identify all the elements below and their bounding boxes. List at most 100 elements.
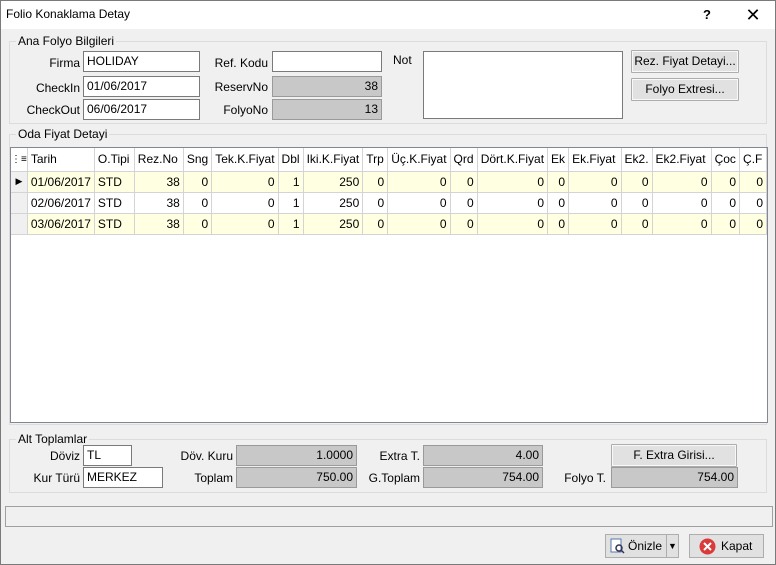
oda-fiyat-grid[interactable]: ⋮≡ Tarih O.Tipi Rez.No Sng Tek.K.Fiyat Dbl Iki…: [10, 147, 768, 423]
table-cell[interactable]: 0: [711, 192, 741, 214]
table-cell[interactable]: 03/06/2017: [27, 213, 95, 235]
column-header[interactable]: Ek2.Fiyat: [652, 148, 712, 172]
onizle-button[interactable]: Önizle ▼: [605, 534, 679, 558]
checkout-field[interactable]: 06/06/2017: [83, 99, 200, 120]
column-header[interactable]: Üç.K.Fiyat: [387, 148, 451, 172]
table-cell[interactable]: 0: [387, 192, 451, 214]
folyot-label: Folyo T.: [564, 471, 606, 485]
doviz-field[interactable]: TL: [83, 445, 132, 466]
table-cell[interactable]: 02/06/2017: [27, 192, 95, 214]
table-cell[interactable]: STD: [94, 192, 135, 214]
row-indicator[interactable]: [11, 213, 28, 235]
row-indicator[interactable]: [11, 192, 28, 214]
table-cell[interactable]: 0: [211, 213, 279, 235]
dovkuru-label: Döv. Kuru: [180, 449, 233, 463]
extra-girisi-button[interactable]: F. Extra Girisi...: [611, 444, 737, 467]
table-cell[interactable]: STD: [94, 213, 135, 235]
table-cell[interactable]: 38: [134, 192, 184, 214]
column-header[interactable]: Ek.Fiyat: [568, 148, 622, 172]
oda-fiyat-legend: Oda Fiyat Detayi: [16, 127, 110, 141]
table-row[interactable]: 02/06/2017 STD 38 0 0 1 250 0 0 0 0 0 0 0 0 0 0: [11, 192, 767, 214]
column-header[interactable]: Iki.K.Fiyat: [303, 148, 364, 172]
table-cell[interactable]: 0: [568, 213, 622, 235]
extrat-label: Extra T.: [379, 449, 420, 463]
table-cell[interactable]: 0: [621, 171, 653, 193]
column-header[interactable]: Tarih: [27, 148, 95, 172]
table-cell[interactable]: 0: [183, 171, 213, 193]
kurturu-label: Kur Türü: [33, 471, 80, 485]
column-header[interactable]: Çoc: [711, 148, 741, 172]
table-cell[interactable]: 0: [450, 192, 478, 214]
table-cell[interactable]: 0: [477, 192, 549, 214]
table-cell[interactable]: 0: [183, 192, 213, 214]
kurturu-field[interactable]: MERKEZ: [83, 467, 163, 488]
table-cell[interactable]: 250: [303, 171, 364, 193]
table-cell[interactable]: 0: [362, 171, 389, 193]
table-cell[interactable]: 250: [303, 192, 364, 214]
table-cell[interactable]: 250: [303, 213, 364, 235]
table-cell[interactable]: 0: [621, 192, 653, 214]
table-cell[interactable]: 0: [547, 192, 570, 214]
table-cell[interactable]: 0: [621, 213, 653, 235]
close-button[interactable]: ✕: [739, 5, 767, 25]
table-cell[interactable]: 0: [211, 171, 279, 193]
current-row-icon[interactable]: ▶: [11, 171, 28, 193]
rez-fiyat-detayi-button[interactable]: Rez. Fiyat Detayi...: [631, 50, 739, 73]
table-cell[interactable]: 0: [547, 171, 570, 193]
table-cell[interactable]: 0: [652, 171, 712, 193]
doviz-label: Döviz: [49, 449, 80, 463]
table-cell[interactable]: 1: [278, 192, 304, 214]
kapat-button[interactable]: Kapat: [689, 534, 764, 558]
table-cell[interactable]: 0: [183, 213, 213, 235]
table-row[interactable]: ▶ 01/06/2017 STD 38 0 0 1 250 0 0 0 0 0 0 0 0 0 0: [11, 171, 767, 193]
firma-field[interactable]: HOLIDAY: [83, 51, 200, 72]
table-cell[interactable]: 0: [739, 213, 767, 235]
table-cell[interactable]: 0: [547, 213, 570, 235]
table-cell[interactable]: 0: [652, 192, 712, 214]
column-header[interactable]: Ek2.: [621, 148, 653, 172]
checkin-field[interactable]: 01/06/2017: [83, 76, 200, 97]
firma-label: Firma: [49, 56, 80, 70]
column-header[interactable]: Ek: [547, 148, 570, 172]
table-cell[interactable]: 0: [652, 213, 712, 235]
table-cell[interactable]: 0: [362, 192, 389, 214]
table-cell[interactable]: 0: [387, 171, 451, 193]
table-cell[interactable]: 38: [134, 213, 184, 235]
table-cell[interactable]: 0: [711, 213, 741, 235]
table-cell[interactable]: 01/06/2017: [27, 171, 95, 193]
reservno-label: ReservNo: [214, 80, 268, 94]
table-row[interactable]: 03/06/2017 STD 38 0 0 1 250 0 0 0 0 0 0 0 0 0 0: [11, 213, 767, 235]
table-cell[interactable]: 1: [278, 213, 304, 235]
table-cell[interactable]: 0: [477, 171, 549, 193]
toplam-field: 750.00: [236, 467, 357, 488]
table-cell[interactable]: 1: [278, 171, 304, 193]
table-cell[interactable]: 0: [739, 171, 767, 193]
column-header[interactable]: Trp: [362, 148, 389, 172]
column-header[interactable]: Qrd: [450, 148, 478, 172]
table-cell[interactable]: 0: [568, 171, 622, 193]
column-header[interactable]: Ç.F: [739, 148, 767, 172]
table-cell[interactable]: 0: [211, 192, 279, 214]
table-cell[interactable]: 0: [450, 213, 478, 235]
refkodu-field[interactable]: [272, 51, 382, 72]
table-cell[interactable]: STD: [94, 171, 135, 193]
table-cell[interactable]: 38: [134, 171, 184, 193]
column-header[interactable]: Tek.K.Fiyat: [211, 148, 279, 172]
table-cell[interactable]: 0: [568, 192, 622, 214]
table-cell[interactable]: 0: [477, 213, 549, 235]
table-cell[interactable]: 0: [711, 171, 741, 193]
column-header[interactable]: Rez.No: [134, 148, 184, 172]
table-cell[interactable]: 0: [362, 213, 389, 235]
folyo-extresi-button[interactable]: Folyo Extresi...: [631, 78, 739, 101]
onizle-label: Önizle: [628, 539, 663, 553]
help-button[interactable]: ?: [693, 5, 721, 25]
dropdown-arrow-icon[interactable]: ▼: [666, 535, 678, 557]
column-header[interactable]: Dört.K.Fiyat: [477, 148, 549, 172]
not-field[interactable]: [423, 51, 623, 119]
column-header[interactable]: O.Tipi: [94, 148, 135, 172]
table-cell[interactable]: 0: [450, 171, 478, 193]
table-cell[interactable]: 0: [387, 213, 451, 235]
column-header[interactable]: Sng: [183, 148, 213, 172]
column-header[interactable]: Dbl: [278, 148, 304, 172]
table-cell[interactable]: 0: [739, 192, 767, 214]
